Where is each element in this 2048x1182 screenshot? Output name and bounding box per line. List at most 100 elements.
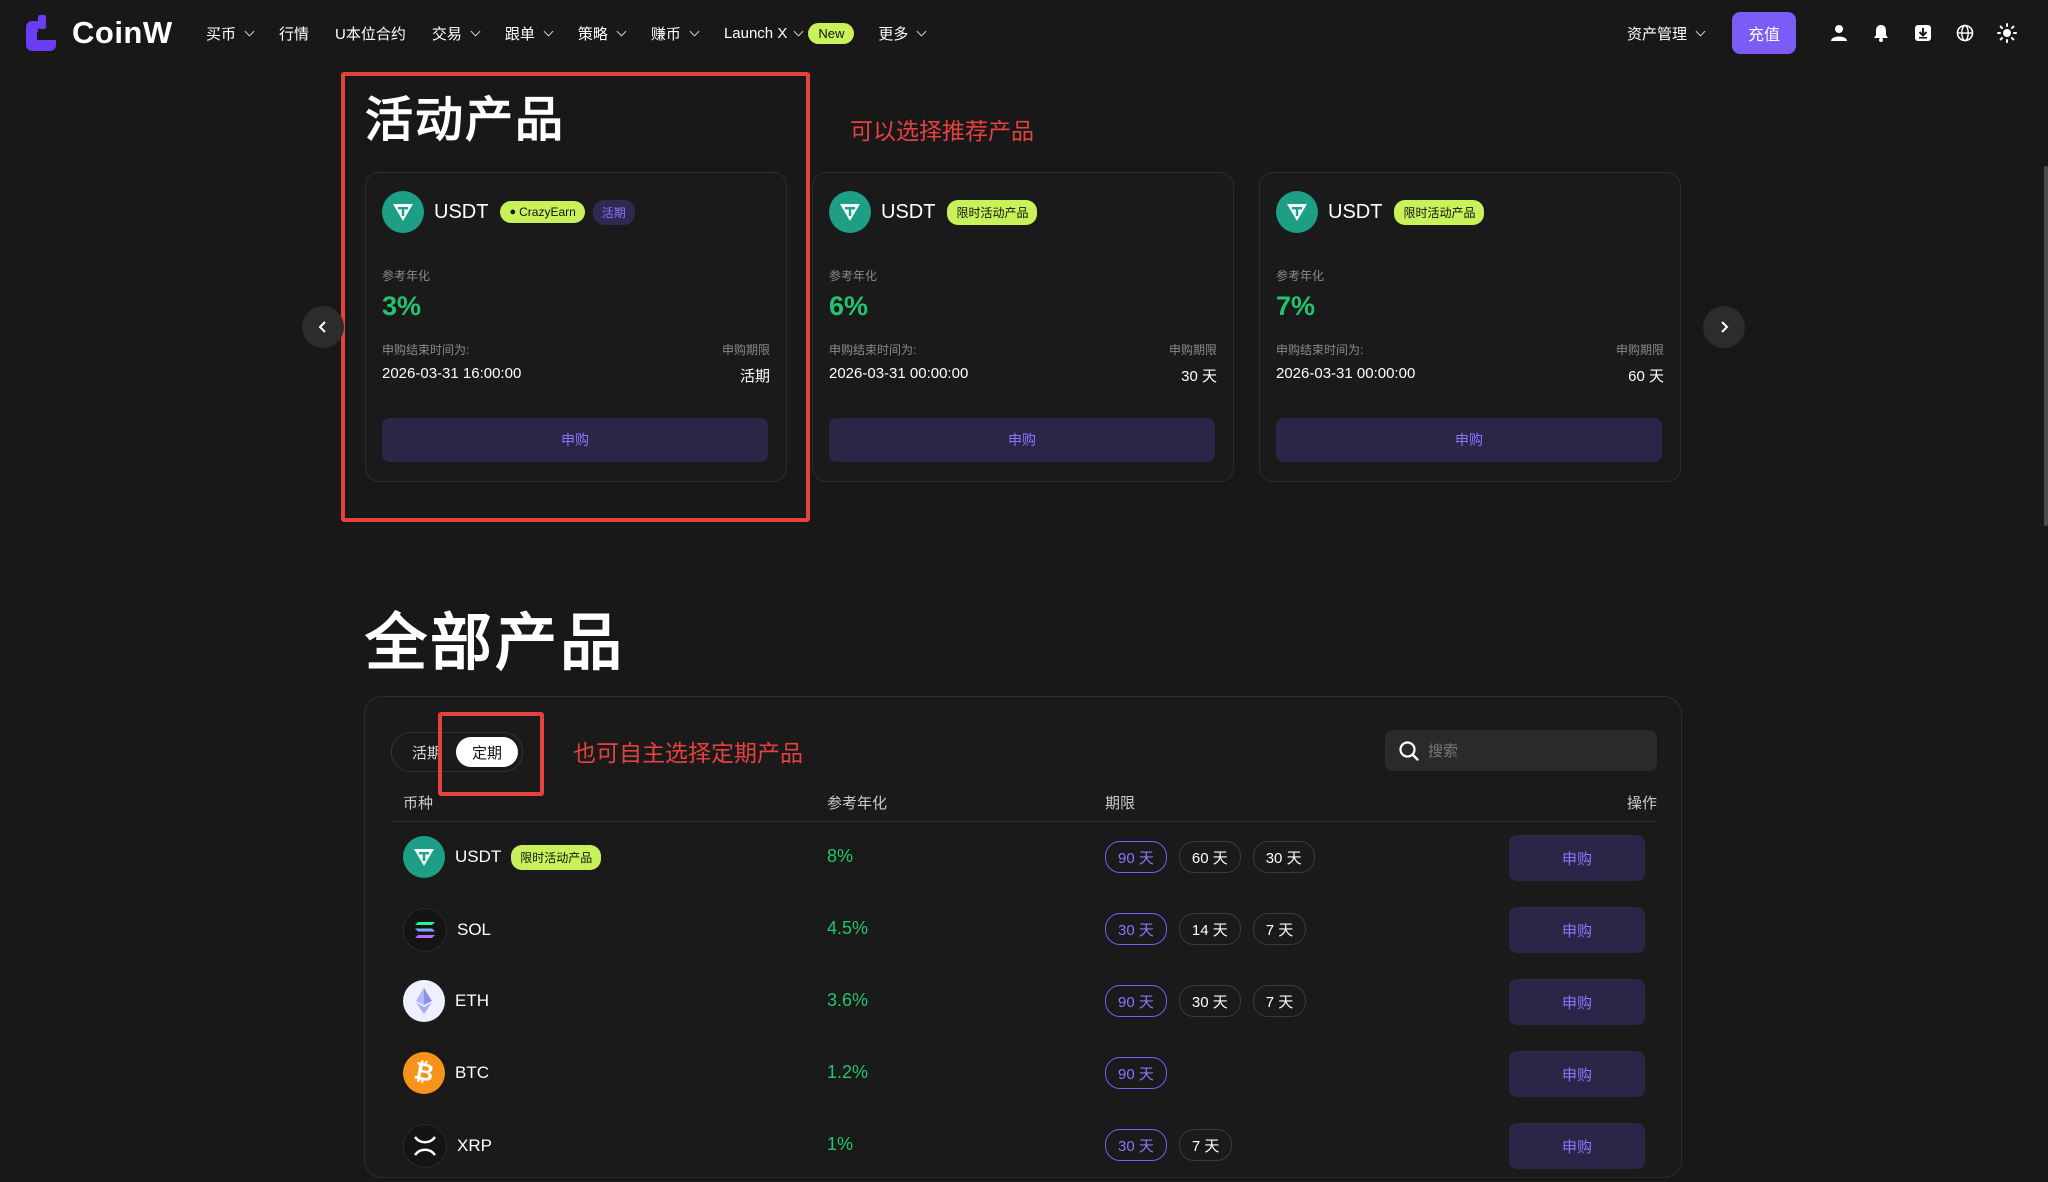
coin-cell: SOL	[403, 908, 501, 952]
tab-flexible[interactable]: 活期	[392, 742, 442, 763]
new-badge: New	[808, 22, 855, 44]
column-header-term: 期限	[1105, 795, 1136, 812]
deposit-button[interactable]: 充值	[1732, 12, 1796, 54]
column-header-coin: 币种	[403, 795, 434, 812]
all-products-title: 全部产品	[365, 609, 626, 678]
menu-launch-x[interactable]: Launch X New	[724, 22, 855, 44]
term-options: 30 天 7 天	[1105, 1129, 1244, 1161]
term-options: 30 天 14 天 7 天	[1105, 913, 1318, 945]
subscribe-button[interactable]: 申购	[829, 418, 1215, 462]
subscribe-button[interactable]: 申购	[1509, 1051, 1645, 1097]
term-option[interactable]: 30 天	[1252, 841, 1315, 873]
rate-label: 参考年化	[1276, 269, 1325, 283]
search-input[interactable]: 搜索	[1428, 740, 1458, 761]
term-option[interactable]: 30 天	[1105, 1129, 1167, 1161]
user-icon[interactable]	[1818, 12, 1860, 54]
coin-cell: USDT 限时活动产品	[403, 836, 602, 878]
card-coin-name: USDT	[434, 200, 489, 223]
coin-name: SOL	[457, 920, 492, 939]
download-icon[interactable]	[1902, 12, 1944, 54]
term-option[interactable]: 60 天	[1178, 841, 1241, 873]
logo-mark-icon	[26, 15, 58, 51]
chevron-down-icon	[1695, 26, 1706, 36]
limited-event-tag: 限时活动产品	[1394, 199, 1485, 225]
page-scrollbar[interactable]	[2044, 166, 2048, 526]
table-row: USDT 限时活动产品 8% 90 天 60 天 30 天 申购	[391, 822, 1657, 894]
eth-coin-icon	[403, 980, 445, 1022]
menu-earn[interactable]: 赚币	[651, 23, 700, 44]
coin-name: USDT	[455, 847, 502, 866]
menu-more[interactable]: 更多	[878, 23, 927, 44]
subscribe-button[interactable]: 申购	[1509, 835, 1645, 881]
rate-value: 3%	[382, 291, 422, 321]
asset-management-menu[interactable]: 资产管理	[1627, 23, 1706, 44]
menu-markets[interactable]: 行情	[279, 23, 309, 44]
end-time-value: 2026-03-31 16:00:00	[382, 365, 522, 382]
coin-name: ETH	[455, 991, 489, 1010]
subscribe-button[interactable]: 申购	[1509, 979, 1645, 1025]
carousel-next-button[interactable]	[1703, 306, 1745, 348]
carousel-prev-button[interactable]	[302, 306, 344, 348]
logo-text: CoinW	[72, 15, 173, 50]
end-time-label: 申购结束时间为:	[1276, 343, 1364, 357]
globe-icon[interactable]	[1944, 12, 1986, 54]
btc-coin-icon: ₿	[403, 1052, 445, 1094]
rate-label: 参考年化	[829, 269, 878, 283]
nav-right: 资产管理 充值	[1627, 12, 2028, 54]
term-option[interactable]: 90 天	[1105, 985, 1167, 1017]
subscribe-button[interactable]: 申购	[1509, 907, 1645, 953]
menu-strategy[interactable]: 策略	[578, 23, 627, 44]
bell-icon[interactable]	[1860, 12, 1902, 54]
column-header-rate: 参考年化	[827, 795, 888, 812]
limited-event-tag: 限时活动产品	[511, 844, 602, 870]
menu-usdt-futures[interactable]: U本位合约	[335, 23, 406, 44]
term-options: 90 天 60 天 30 天	[1105, 841, 1327, 873]
top-navbar: CoinW 买币 行情 U本位合约 交易 跟单 策略 赚币 Launch X Ne…	[0, 0, 2048, 66]
term-option[interactable]: 30 天	[1178, 985, 1241, 1017]
chevron-down-icon	[616, 26, 627, 36]
subscribe-button[interactable]: 申购	[382, 418, 768, 462]
menu-label: 更多	[878, 25, 909, 43]
rate-value: 8%	[827, 846, 854, 866]
term-option[interactable]: 14 天	[1178, 913, 1241, 945]
featured-card: USDT 限时活动产品 参考年化 6% 申购结束时间为: 申购期限 2026-0…	[812, 172, 1234, 482]
rate-label: 参考年化	[382, 269, 431, 283]
rate-value: 1.2%	[827, 1062, 869, 1082]
flexible-tag: 活期	[592, 199, 635, 225]
search-box[interactable]: 搜索	[1385, 730, 1657, 771]
rate-value: 7%	[1276, 291, 1316, 321]
term-option[interactable]: 90 天	[1105, 1057, 1167, 1089]
end-time-value: 2026-03-31 00:00:00	[829, 365, 969, 382]
menu-label: 交易	[431, 25, 462, 43]
featured-annotation: 可以选择推荐产品	[850, 118, 1034, 144]
usdt-coin-icon	[1276, 191, 1318, 233]
coinw-logo[interactable]: CoinW	[26, 15, 173, 51]
theme-sun-icon[interactable]	[1986, 12, 2028, 54]
term-option[interactable]: 7 天	[1252, 913, 1307, 945]
subscribe-button[interactable]: 申购	[1509, 1123, 1645, 1169]
card-header: USDT 限时活动产品	[829, 191, 1038, 233]
term-option[interactable]: 90 天	[1105, 841, 1167, 873]
term-value: 60 天	[1628, 368, 1664, 385]
card-coin-name: USDT	[1328, 200, 1383, 223]
all-products-panel: 活期 定期 搜索 币种 参考年化 期限 操作 USDT 限时活动产品 8% 90…	[364, 696, 1682, 1178]
menu-copy-trade[interactable]: 跟单	[505, 23, 554, 44]
usdt-coin-icon	[382, 191, 424, 233]
search-icon	[1399, 740, 1419, 761]
chevron-down-icon	[470, 26, 481, 36]
subscribe-button[interactable]: 申购	[1276, 418, 1662, 462]
term-option[interactable]: 7 天	[1178, 1129, 1233, 1161]
term-options: 90 天	[1105, 1057, 1179, 1089]
chevron-down-icon	[244, 26, 255, 36]
term-option[interactable]: 30 天	[1105, 913, 1167, 945]
rate-value: 3.6%	[827, 990, 869, 1010]
menu-trade[interactable]: 交易	[431, 23, 481, 44]
term-value: 30 天	[1181, 368, 1217, 385]
term-option[interactable]: 7 天	[1252, 985, 1307, 1017]
menu-buy-crypto[interactable]: 买币	[206, 23, 255, 44]
menu-label: U本位合约	[335, 25, 406, 43]
featured-card: USDT 限时活动产品 参考年化 7% 申购结束时间为: 申购期限 2026-0…	[1259, 172, 1681, 482]
main-menu: 买币 行情 U本位合约 交易 跟单 策略 赚币 Launch X New 更多	[206, 0, 951, 66]
end-time-label: 申购结束时间为:	[829, 343, 917, 357]
coin-cell: ₿ BTC	[403, 1052, 499, 1094]
